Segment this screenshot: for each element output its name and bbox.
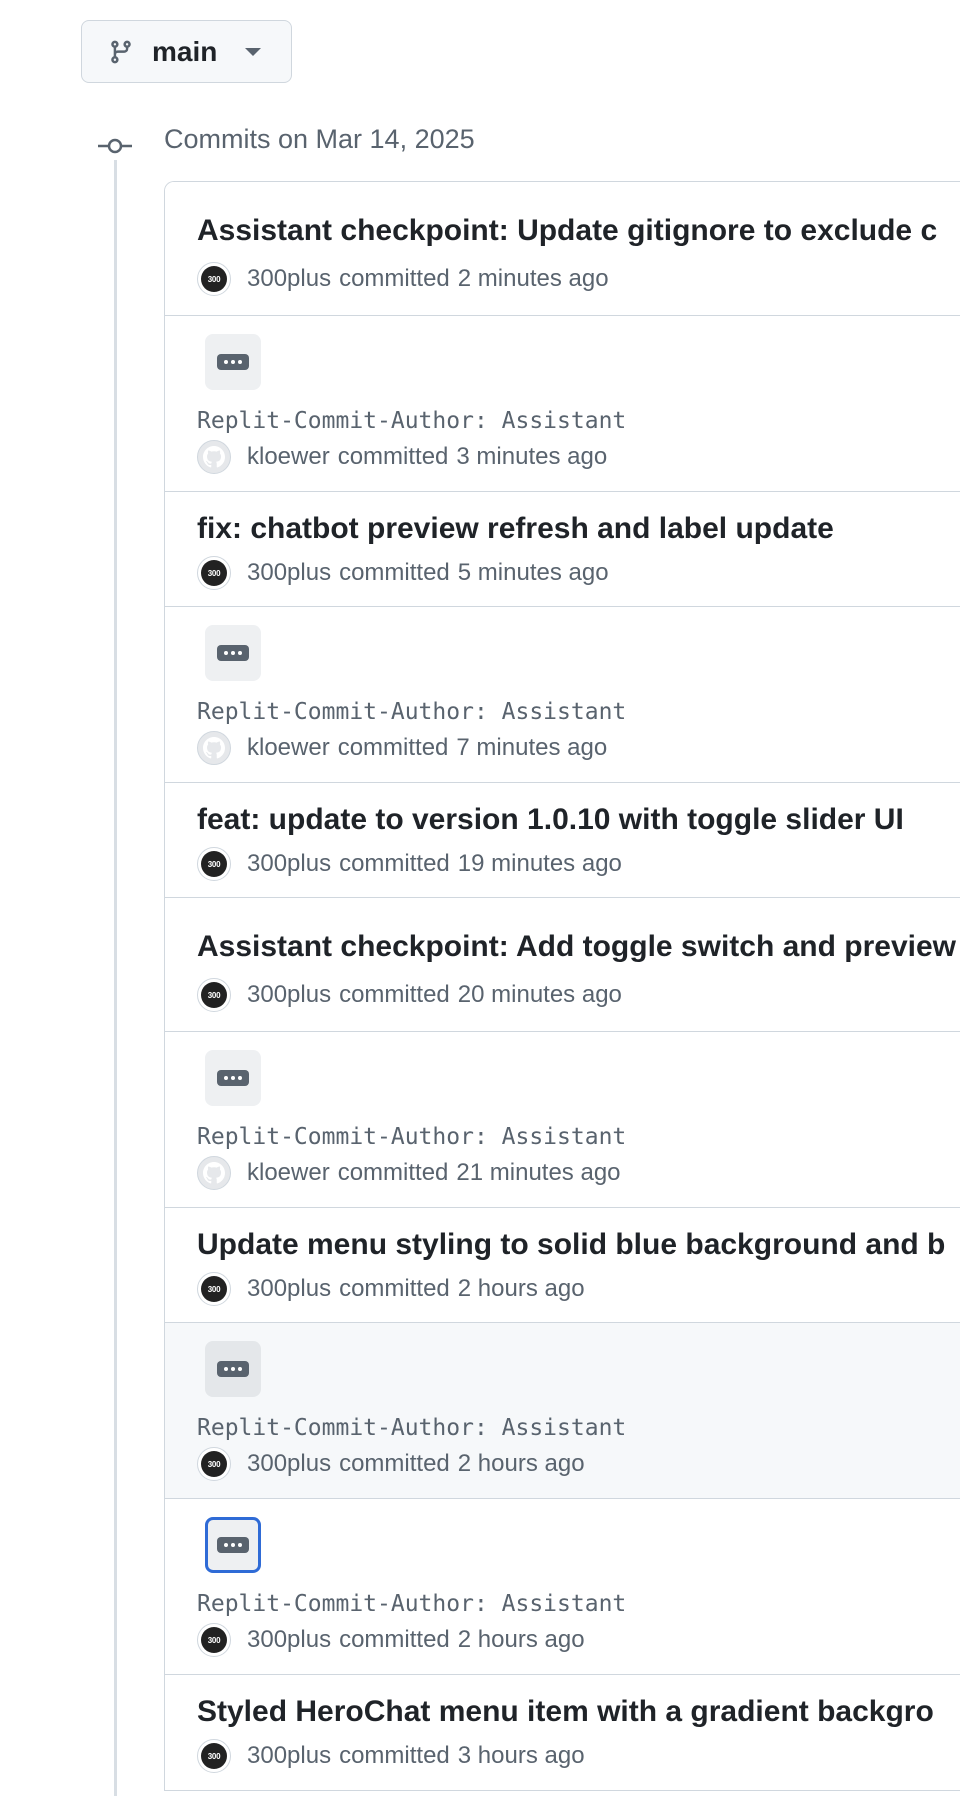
commit-row[interactable]: Replit-Commit-Author: Assistant kloewer … bbox=[165, 1032, 960, 1208]
github-mark-icon bbox=[203, 1162, 225, 1184]
commit-row[interactable]: Replit-Commit-Author: Assistant 300 300p… bbox=[165, 1499, 960, 1675]
commit-author-link[interactable]: 300plus bbox=[247, 559, 331, 587]
commit-author-link[interactable]: 300plus bbox=[247, 850, 331, 878]
timeline-line bbox=[114, 160, 117, 1796]
commit-title-link[interactable]: Assistant checkpoint: Update gitignore t… bbox=[197, 214, 937, 248]
commit-time[interactable]: 19 minutes ago bbox=[458, 850, 622, 878]
commit-row[interactable]: Assistant checkpoint: Add toggle switch … bbox=[165, 898, 960, 1032]
commit-time[interactable]: 3 minutes ago bbox=[456, 443, 607, 471]
avatar[interactable] bbox=[197, 1156, 231, 1190]
commit-action: committed bbox=[339, 1275, 450, 1302]
commit-message: Replit-Commit-Author: Assistant bbox=[197, 699, 627, 725]
commit-author-link[interactable]: 300plus bbox=[247, 1450, 331, 1478]
expand-message-button[interactable] bbox=[205, 1341, 261, 1397]
commit-author-link[interactable]: kloewer bbox=[247, 443, 330, 471]
commit-list: Assistant checkpoint: Update gitignore t… bbox=[164, 181, 960, 1791]
commit-meta: kloewer committed 7 minutes ago bbox=[197, 731, 607, 765]
commit-title-link[interactable]: Assistant checkpoint: Add toggle switch … bbox=[197, 930, 956, 964]
commit-action: committed bbox=[339, 1626, 450, 1653]
commit-title-link[interactable]: Update menu styling to solid blue backgr… bbox=[197, 1228, 945, 1262]
expand-message-button[interactable] bbox=[205, 625, 261, 681]
github-mark-icon bbox=[203, 446, 225, 468]
github-mark-icon bbox=[203, 737, 225, 759]
commit-author-link[interactable]: 300plus bbox=[247, 1626, 331, 1654]
commit-action: committed bbox=[339, 1450, 450, 1477]
commit-action: committed bbox=[337, 734, 449, 761]
avatar[interactable]: 300 bbox=[197, 262, 231, 296]
commit-meta: 300 300plus committed 20 minutes ago bbox=[197, 978, 622, 1012]
commit-row[interactable]: Replit-Commit-Author: Assistant 300 300p… bbox=[165, 1323, 960, 1499]
commit-meta: 300 300plus committed 2 minutes ago bbox=[197, 262, 609, 296]
commit-action: committed bbox=[339, 1742, 450, 1769]
avatar[interactable]: 300 bbox=[197, 847, 231, 881]
commit-message: Replit-Commit-Author: Assistant bbox=[197, 408, 627, 434]
avatar[interactable]: 300 bbox=[197, 1623, 231, 1657]
commit-action: committed bbox=[337, 443, 449, 470]
git-commit-icon bbox=[98, 138, 132, 154]
commit-time[interactable]: 3 hours ago bbox=[458, 1742, 585, 1770]
commit-action: committed bbox=[339, 850, 450, 877]
commit-author-link[interactable]: 300plus bbox=[247, 1742, 331, 1770]
commit-time[interactable]: 5 minutes ago bbox=[458, 559, 609, 587]
caret-down-icon bbox=[245, 47, 262, 56]
commit-author-link[interactable]: 300plus bbox=[247, 1275, 331, 1303]
avatar[interactable] bbox=[197, 440, 231, 474]
commit-row[interactable]: Styled HeroChat menu item with a gradien… bbox=[165, 1675, 960, 1790]
commit-time[interactable]: 2 hours ago bbox=[458, 1275, 585, 1303]
commit-row[interactable]: Assistant checkpoint: Update gitignore t… bbox=[165, 182, 960, 316]
avatar[interactable]: 300 bbox=[197, 1447, 231, 1481]
commit-message: Replit-Commit-Author: Assistant bbox=[197, 1591, 627, 1617]
branch-name: main bbox=[152, 35, 218, 67]
commit-row[interactable]: Replit-Commit-Author: Assistant kloewer … bbox=[165, 316, 960, 492]
commit-time[interactable]: 2 hours ago bbox=[458, 1626, 585, 1654]
commit-message: Replit-Commit-Author: Assistant bbox=[197, 1415, 627, 1441]
branch-selector-button[interactable]: main bbox=[81, 20, 292, 83]
commit-row[interactable]: feat: update to version 1.0.10 with togg… bbox=[165, 783, 960, 898]
commit-title-link[interactable]: Styled HeroChat menu item with a gradien… bbox=[197, 1695, 934, 1729]
expand-message-button[interactable] bbox=[205, 1517, 261, 1573]
expand-message-button[interactable] bbox=[205, 1050, 261, 1106]
commit-time[interactable]: 2 minutes ago bbox=[458, 265, 609, 293]
ellipsis-icon bbox=[217, 354, 249, 370]
commit-message: Replit-Commit-Author: Assistant bbox=[197, 1124, 627, 1150]
expand-message-button[interactable] bbox=[205, 334, 261, 390]
commit-meta: kloewer committed 3 minutes ago bbox=[197, 440, 607, 474]
commit-meta: 300 300plus committed 2 hours ago bbox=[197, 1272, 585, 1306]
ellipsis-icon bbox=[217, 1537, 249, 1553]
commit-action: committed bbox=[339, 265, 450, 292]
git-branch-icon bbox=[111, 40, 131, 63]
commit-row[interactable]: Update menu styling to solid blue backgr… bbox=[165, 1208, 960, 1323]
avatar[interactable]: 300 bbox=[197, 1272, 231, 1306]
commit-title-link[interactable]: fix: chatbot preview refresh and label u… bbox=[197, 512, 834, 546]
commit-author-link[interactable]: kloewer bbox=[247, 734, 330, 762]
avatar[interactable]: 300 bbox=[197, 978, 231, 1012]
commit-row[interactable]: Replit-Commit-Author: Assistant kloewer … bbox=[165, 607, 960, 783]
avatar[interactable] bbox=[197, 731, 231, 765]
commit-title-link[interactable]: feat: update to version 1.0.10 with togg… bbox=[197, 803, 904, 837]
commit-time[interactable]: 2 hours ago bbox=[458, 1450, 585, 1478]
commit-meta: 300 300plus committed 2 hours ago bbox=[197, 1623, 585, 1657]
ellipsis-icon bbox=[217, 645, 249, 661]
commit-time[interactable]: 7 minutes ago bbox=[456, 734, 607, 762]
commit-group-title: Commits on Mar 14, 2025 bbox=[164, 124, 475, 154]
commit-meta: 300 300plus committed 19 minutes ago bbox=[197, 847, 622, 881]
commit-action: committed bbox=[339, 981, 450, 1008]
commit-meta: 300 300plus committed 5 minutes ago bbox=[197, 556, 609, 590]
ellipsis-icon bbox=[217, 1361, 249, 1377]
commit-meta: 300 300plus committed 2 hours ago bbox=[197, 1447, 585, 1481]
commit-meta: kloewer committed 21 minutes ago bbox=[197, 1156, 621, 1190]
commit-time[interactable]: 21 minutes ago bbox=[456, 1159, 620, 1187]
ellipsis-icon bbox=[217, 1070, 249, 1086]
commit-meta: 300 300plus committed 3 hours ago bbox=[197, 1739, 585, 1773]
commit-action: committed bbox=[339, 559, 450, 586]
commit-author-link[interactable]: kloewer bbox=[247, 1159, 330, 1187]
commit-time[interactable]: 20 minutes ago bbox=[458, 981, 622, 1009]
commit-author-link[interactable]: 300plus bbox=[247, 265, 331, 293]
avatar[interactable]: 300 bbox=[197, 556, 231, 590]
avatar[interactable]: 300 bbox=[197, 1739, 231, 1773]
commit-author-link[interactable]: 300plus bbox=[247, 981, 331, 1009]
commit-action: committed bbox=[337, 1159, 449, 1186]
commit-row[interactable]: fix: chatbot preview refresh and label u… bbox=[165, 492, 960, 607]
